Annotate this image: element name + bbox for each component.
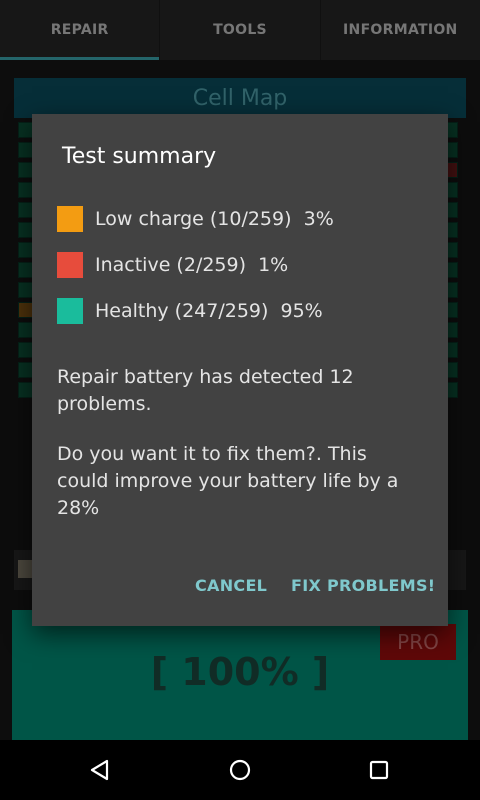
cancel-button[interactable]: CANCEL bbox=[195, 576, 267, 595]
back-triangle-icon bbox=[90, 759, 109, 781]
fix-problems-button[interactable]: FIX PROBLEMS! bbox=[291, 576, 435, 595]
legend-inactive: Inactive (2/259) 1% bbox=[57, 252, 288, 278]
low-charge-swatch bbox=[57, 206, 83, 232]
recents-square-icon bbox=[369, 760, 389, 780]
inactive-swatch bbox=[57, 252, 83, 278]
dialog-message-question: Do you want it to fix them?. This could … bbox=[57, 443, 399, 519]
legend-inactive-label: Inactive (2/259) 1% bbox=[95, 254, 289, 276]
recents-button[interactable] bbox=[359, 750, 399, 790]
navigation-bar bbox=[0, 740, 480, 800]
dialog-message-detected: Repair battery has detected 12 problems. bbox=[57, 366, 354, 415]
back-button[interactable] bbox=[80, 750, 120, 790]
healthy-swatch bbox=[57, 298, 83, 324]
legend-low-charge-label: Low charge (10/259) 3% bbox=[95, 208, 334, 230]
home-button[interactable] bbox=[220, 750, 260, 790]
test-summary-dialog: Test summary Low charge (10/259) 3% Inac… bbox=[32, 114, 448, 626]
legend-healthy-label: Healthy (247/259) 95% bbox=[95, 300, 323, 322]
legend-low-charge: Low charge (10/259) 3% bbox=[57, 206, 334, 232]
home-circle-icon bbox=[229, 759, 251, 781]
legend-healthy: Healthy (247/259) 95% bbox=[57, 298, 323, 324]
dialog-title: Test summary bbox=[62, 144, 217, 169]
